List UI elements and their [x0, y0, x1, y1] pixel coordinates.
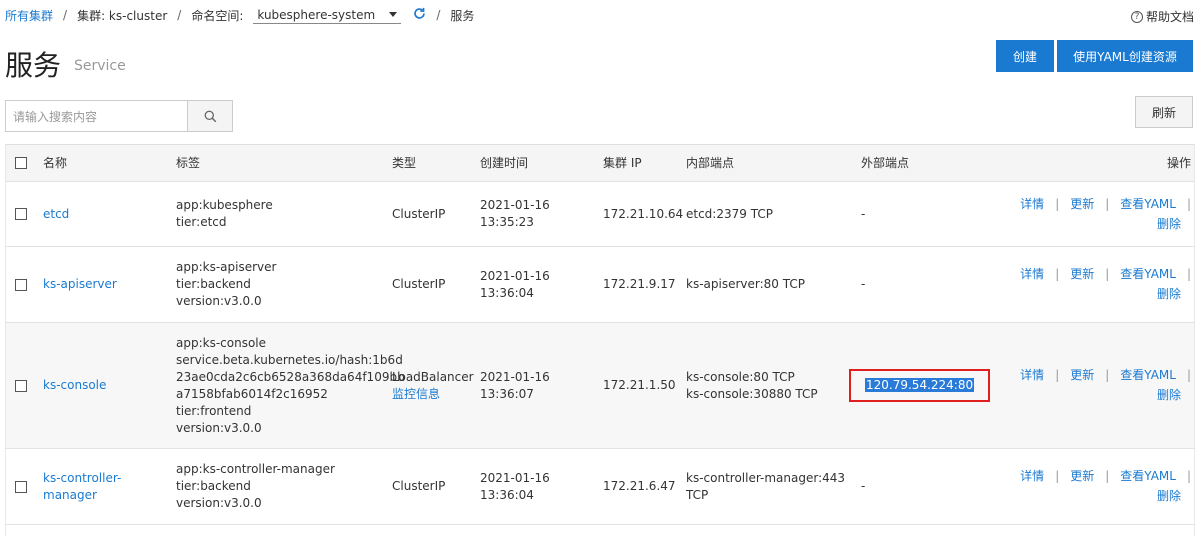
refresh-button[interactable]: 刷新: [1135, 96, 1193, 128]
help-icon: ?: [1130, 10, 1143, 23]
namespace-select-value: kubesphere-system: [257, 7, 376, 22]
row-actions: 详情 | 更新 | 查看YAML | 删除: [1020, 266, 1191, 303]
breadcrumb: 所有集群 / 集群: ks-cluster / 命名空间: kubesphere…: [5, 0, 1195, 30]
table-row: etcd app:kubesphere tier:etcd ClusterIP 2…: [5, 182, 1195, 247]
page-subtitle: Service: [74, 58, 126, 74]
service-type: LoadBalancer 监控信息: [392, 369, 474, 403]
external-endpoint: -: [861, 206, 866, 221]
delete-link[interactable]: 删除: [1157, 488, 1181, 505]
service-type: ClusterIP: [392, 206, 446, 221]
breadcrumb-cluster: 集群: ks-cluster: [77, 8, 168, 23]
update-link[interactable]: 更新: [1070, 367, 1094, 384]
service-name-link[interactable]: ks-controller-manager: [43, 470, 121, 504]
external-endpoint-highlight: 120.79.54.224:80: [849, 369, 991, 402]
service-labels: app:ks-controller-manager tier:backend ver…: [176, 462, 335, 510]
view-yaml-link[interactable]: 查看YAML: [1120, 468, 1176, 485]
external-endpoint: -: [861, 479, 866, 493]
delete-link[interactable]: 删除: [1157, 387, 1181, 404]
delete-link[interactable]: 删除: [1157, 216, 1181, 233]
column-header-labels: 标签: [176, 155, 201, 170]
service-name-link[interactable]: ks-apiserver: [43, 276, 117, 293]
row-checkbox[interactable]: [15, 379, 27, 392]
breadcrumb-separator: /: [63, 8, 68, 22]
create-button[interactable]: 创建: [996, 40, 1054, 72]
detail-link[interactable]: 详情: [1020, 367, 1044, 384]
column-header-type: 类型: [392, 155, 417, 170]
created-time: 2021-01-16 13:35:23: [480, 198, 550, 229]
detail-link[interactable]: 详情: [1020, 468, 1044, 485]
cluster-ip: 172.21.1.50: [603, 378, 676, 392]
table-row: ks-controller-manager app:ks-controller-…: [5, 449, 1195, 525]
services-table: 名称 标签 类型 创建时间 集群 IP 内部端点 外部端点 操作 etcd ap…: [5, 144, 1195, 536]
search-icon: [204, 110, 216, 122]
row-checkbox[interactable]: [15, 278, 27, 291]
view-yaml-link[interactable]: 查看YAML: [1120, 367, 1176, 384]
internal-endpoint: ks-controller-manager:443 TCP: [686, 470, 846, 502]
breadcrumb-separator: /: [177, 8, 182, 22]
row-checkbox[interactable]: [15, 480, 27, 493]
created-time: 2021-01-16 13:36:04: [480, 268, 550, 300]
detail-link[interactable]: 详情: [1020, 196, 1044, 213]
update-link[interactable]: 更新: [1070, 196, 1094, 213]
breadcrumb-all-clusters[interactable]: 所有集群: [5, 7, 53, 24]
external-endpoint[interactable]: 120.79.54.224:80: [865, 378, 975, 392]
column-header-external-endpoint: 外部端点: [861, 155, 910, 170]
breadcrumb-separator: /: [436, 8, 441, 22]
create-from-yaml-button[interactable]: 使用YAML创建资源: [1057, 40, 1193, 72]
internal-endpoint: ks-apiserver:80 TCP: [686, 277, 805, 291]
column-header-cluster-ip: 集群 IP: [603, 155, 642, 170]
service-labels: app:ks-console service.beta.kubernetes.io…: [176, 335, 405, 435]
breadcrumb-current: 服务: [450, 8, 475, 23]
cluster-ip: 172.21.10.64: [603, 206, 684, 221]
table-row: ks-console app:ks-console service.beta.ku…: [5, 323, 1195, 449]
column-header-name[interactable]: 名称: [43, 145, 163, 181]
service-labels: app:ks-apiserver tier:backend version:v3.0…: [176, 260, 277, 308]
internal-endpoint: ks-console:80 TCP ks-console:30880 TCP: [686, 369, 818, 401]
update-link[interactable]: 更新: [1070, 468, 1094, 485]
search-input[interactable]: 请输入搜索内容: [5, 100, 188, 132]
breadcrumb-namespace-label: 命名空间:: [191, 8, 244, 23]
chevron-down-icon: [389, 12, 398, 17]
delete-link[interactable]: 删除: [1157, 286, 1181, 303]
monitoring-link[interactable]: 监控信息: [392, 386, 474, 403]
view-yaml-link[interactable]: 查看YAML: [1120, 196, 1176, 213]
service-type: ClusterIP: [392, 277, 446, 291]
search-button[interactable]: [187, 100, 233, 132]
table-row: ks-apiserver app:ks-apiserver tier:backen…: [5, 247, 1195, 323]
service-labels: app:kubesphere tier:etcd: [176, 198, 273, 229]
created-time: 2021-01-16 13:36:04: [480, 470, 550, 502]
table-header: 名称 标签 类型 创建时间 集群 IP 内部端点 外部端点 操作: [5, 145, 1195, 182]
column-header-internal-endpoint: 内部端点: [686, 155, 735, 170]
cluster-ip: 172.21.6.47: [603, 479, 676, 493]
column-header-created[interactable]: 创建时间: [480, 145, 590, 181]
service-name-link[interactable]: etcd: [43, 206, 69, 223]
help-link[interactable]: ? 帮助文档: [1130, 8, 1194, 25]
row-actions: 详情 | 更新 | 查看YAML | 删除: [1020, 367, 1191, 404]
select-all-checkbox[interactable]: [15, 157, 27, 169]
service-name-link[interactable]: ks-console: [43, 377, 106, 394]
detail-link[interactable]: 详情: [1020, 266, 1044, 283]
row-actions: 详情 | 更新 | 查看YAML | 删除: [1020, 468, 1191, 505]
refresh-icon[interactable]: [413, 7, 426, 23]
page-title: 服务: [5, 49, 62, 82]
row-checkbox[interactable]: [15, 208, 27, 220]
service-type: ClusterIP: [392, 479, 446, 493]
view-yaml-link[interactable]: 查看YAML: [1120, 266, 1176, 283]
external-endpoint: -: [861, 277, 866, 291]
help-label: 帮助文档: [1145, 10, 1194, 24]
row-actions: 详情 | 更新 | 查看YAML | 删除: [1020, 196, 1191, 233]
column-header-ops: 操作: [1166, 155, 1191, 170]
update-link[interactable]: 更新: [1070, 266, 1094, 283]
table-row: [5, 525, 1195, 536]
cluster-ip: 172.21.9.17: [603, 277, 676, 291]
created-time: 2021-01-16 13:36:07: [480, 369, 550, 401]
internal-endpoint: etcd:2379 TCP: [686, 206, 773, 221]
namespace-select[interactable]: kubesphere-system: [253, 6, 402, 24]
